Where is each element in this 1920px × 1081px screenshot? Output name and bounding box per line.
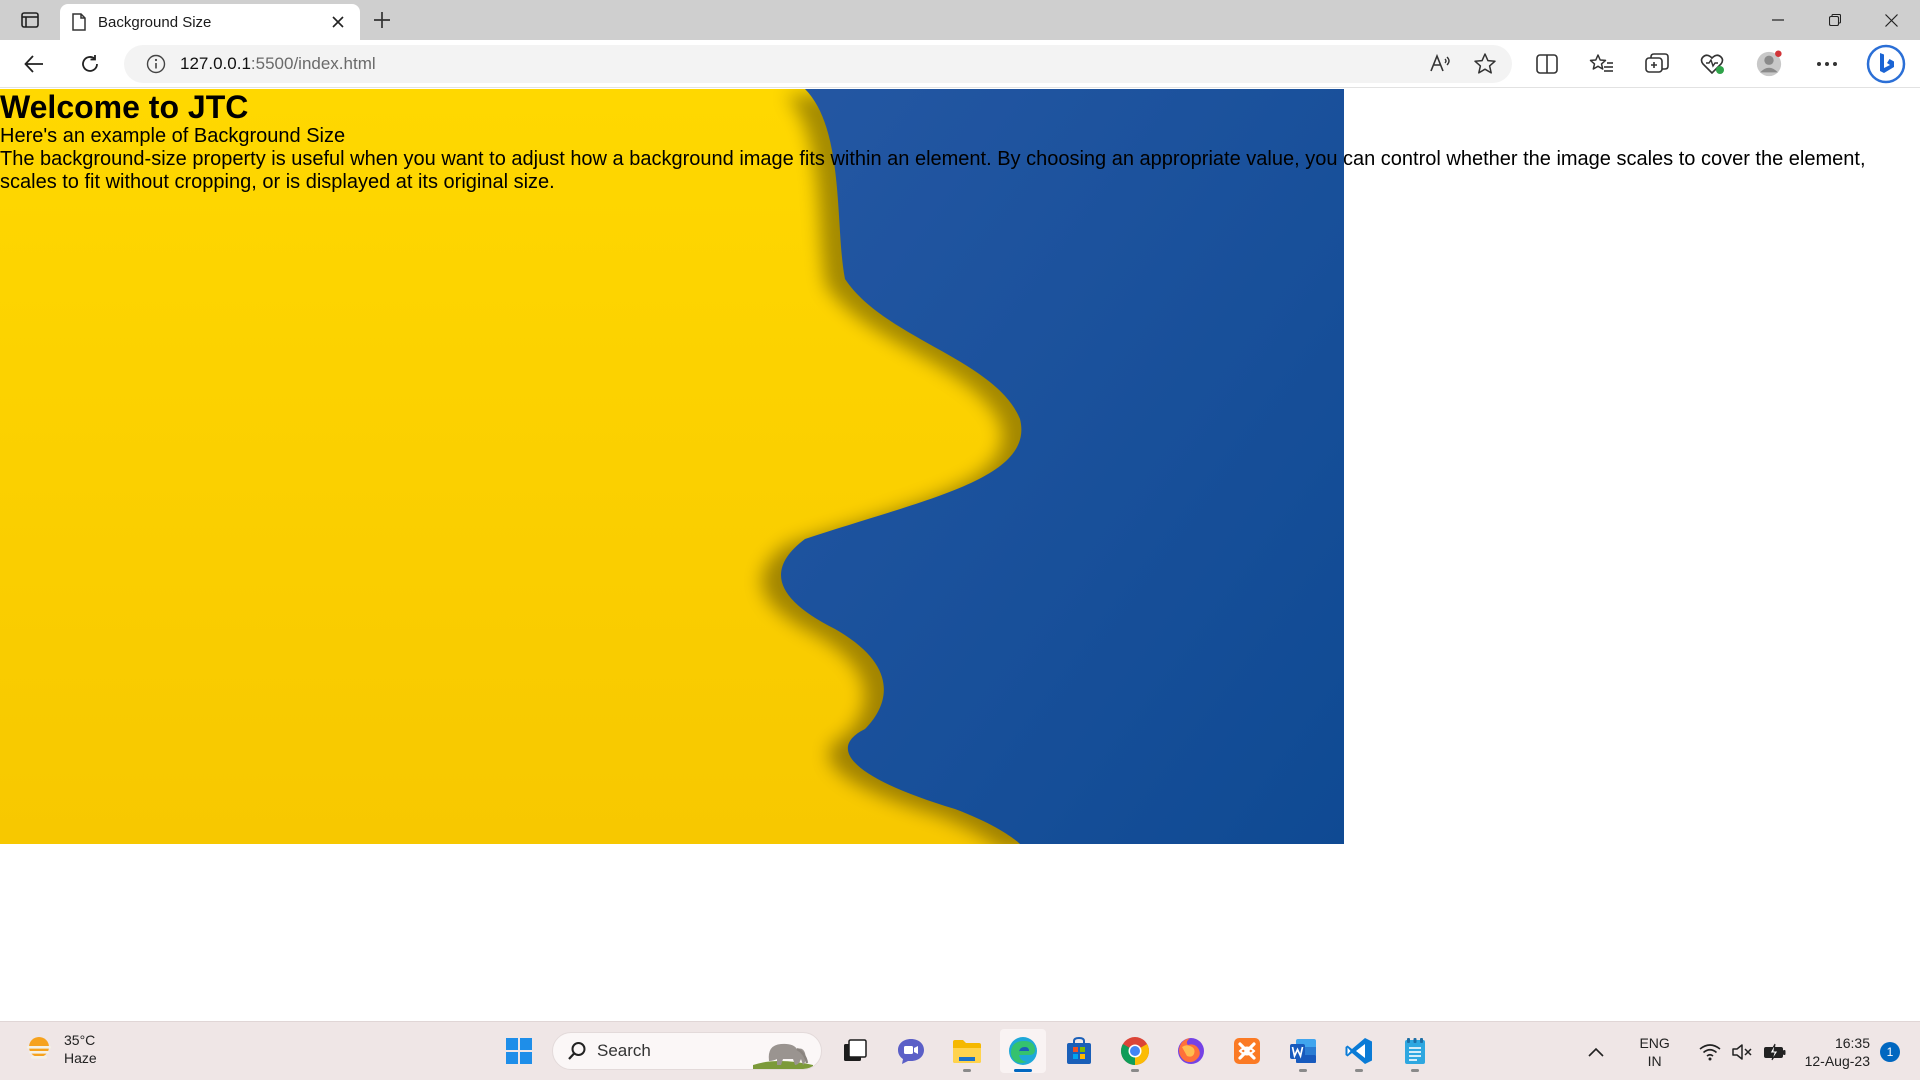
arrow-left-icon <box>24 55 43 73</box>
weather-widget[interactable]: 35°C Haze <box>24 1031 97 1067</box>
tab-background-size[interactable]: Background Size <box>60 4 360 40</box>
address-url: 127.0.0.1:5500/index.html <box>180 54 376 74</box>
start-button[interactable] <box>496 1029 542 1073</box>
minimize-button[interactable] <box>1749 0 1806 40</box>
close-icon <box>1885 13 1898 27</box>
weather-temp: 35°C <box>64 1032 96 1048</box>
tab-title: Background Size <box>98 13 212 31</box>
page-subtitle: Here's an example of Background Size <box>0 125 346 147</box>
taskbar-task-view[interactable] <box>832 1029 878 1073</box>
new-tab-button[interactable] <box>368 6 396 34</box>
browser-toolbar: 127.0.0.1:5500/index.html <box>0 40 1920 88</box>
profile-avatar[interactable] <box>1755 50 1783 78</box>
taskbar-vscode[interactable] <box>1336 1029 1382 1073</box>
notifications-button[interactable]: 1 <box>1880 1041 1900 1062</box>
page-description: The background-size property is useful w… <box>0 148 1866 193</box>
window-controls <box>1749 0 1920 40</box>
speaker-muted-icon <box>1731 1043 1752 1060</box>
address-bar-actions <box>1428 51 1498 82</box>
running-indicator <box>963 1069 971 1072</box>
taskbar: 35°C Haze Search ENG IN 16:35 12-Aug-23 … <box>0 1021 1920 1080</box>
word-icon <box>1290 1039 1316 1063</box>
windows-logo-icon <box>506 1038 532 1064</box>
language-indicator[interactable]: ENG IN <box>1633 1034 1677 1070</box>
system-tray: ENG IN 16:35 12-Aug-23 1 <box>1577 1022 1920 1081</box>
taskbar-apps: Search <box>496 1029 1438 1073</box>
store-icon <box>1067 1036 1091 1064</box>
running-indicator <box>1131 1069 1139 1072</box>
taskbar-teams[interactable] <box>888 1029 934 1073</box>
running-indicator <box>1299 1069 1307 1072</box>
taskbar-store[interactable] <box>1056 1029 1102 1073</box>
tab-bar: Background Size <box>0 0 1920 40</box>
page-icon <box>72 13 86 31</box>
close-tab-icon[interactable] <box>328 12 348 32</box>
address-path: :5500/index.html <box>250 54 376 73</box>
favorites-icon[interactable] <box>1588 50 1616 78</box>
taskbar-edge[interactable] <box>1000 1029 1046 1073</box>
running-indicator <box>1355 1069 1363 1072</box>
chevron-up-icon <box>1588 1047 1604 1057</box>
taskbar-firefox[interactable] <box>1168 1029 1214 1073</box>
taskbar-word[interactable] <box>1280 1029 1326 1073</box>
edge-icon <box>1009 1037 1037 1065</box>
search-label: Search <box>597 1041 651 1060</box>
split-screen-icon[interactable] <box>1533 50 1561 78</box>
weather-condition: Haze <box>64 1050 97 1066</box>
chrome-icon <box>1121 1037 1149 1065</box>
taskbar-chrome[interactable] <box>1112 1029 1158 1073</box>
weather-text: 35°C Haze <box>64 1031 97 1067</box>
notepad-icon <box>1405 1038 1425 1064</box>
close-window-button[interactable] <box>1863 0 1920 40</box>
lang-line2: IN <box>1647 1052 1662 1069</box>
tab-actions-icon <box>21 12 39 28</box>
page-viewport: Welcome to JTC Here's an example of Back… <box>0 89 1920 1021</box>
info-icon[interactable] <box>146 54 166 74</box>
quick-settings-button[interactable] <box>1699 1043 1787 1061</box>
lang-line1: ENG <box>1639 1034 1670 1051</box>
background-image <box>0 89 1344 844</box>
firefox-icon <box>1178 1038 1204 1064</box>
refresh-icon <box>82 55 98 72</box>
browser-essentials-icon[interactable] <box>1698 50 1726 78</box>
read-aloud-icon[interactable] <box>1428 51 1454 82</box>
running-indicator <box>1014 1069 1032 1072</box>
clock[interactable]: 16:35 12-Aug-23 <box>1805 1034 1870 1070</box>
plus-icon <box>374 12 390 28</box>
teams-chat-icon <box>898 1039 924 1064</box>
xampp-icon <box>1234 1038 1260 1064</box>
haze-sun-icon <box>27 1037 51 1059</box>
task-view-icon <box>844 1039 867 1061</box>
page-heading: Welcome to JTC <box>0 89 249 125</box>
battery-charging-icon <box>1763 1043 1786 1060</box>
minimize-icon <box>1771 19 1784 21</box>
tab-actions-button[interactable] <box>14 8 46 32</box>
show-hidden-icons-button[interactable] <box>1577 1047 1615 1057</box>
wifi-icon <box>1699 1043 1721 1060</box>
more-options-icon[interactable] <box>1813 50 1841 78</box>
running-indicator <box>1411 1069 1419 1072</box>
refresh-button[interactable] <box>73 48 107 80</box>
taskbar-xampp[interactable] <box>1224 1029 1270 1073</box>
address-host: 127.0.0.1 <box>180 54 251 73</box>
restore-button[interactable] <box>1806 0 1863 40</box>
favorite-star-icon[interactable] <box>1472 51 1498 82</box>
clock-date: 12-Aug-23 <box>1804 1052 1870 1069</box>
clock-time: 16:35 <box>1834 1034 1870 1051</box>
folder-icon <box>953 1040 981 1063</box>
notification-badge: 1 <box>1880 1041 1900 1062</box>
restore-icon <box>1828 14 1841 26</box>
elephant-icon <box>753 1043 813 1069</box>
page-content: Welcome to JTC Here's an example of Back… <box>0 89 1920 194</box>
bing-copilot-icon[interactable] <box>1866 44 1906 84</box>
address-bar[interactable]: 127.0.0.1:5500/index.html <box>124 45 1512 83</box>
vscode-icon <box>1345 1038 1372 1064</box>
search-icon <box>568 1042 586 1060</box>
taskbar-search[interactable]: Search <box>552 1032 822 1070</box>
taskbar-file-explorer[interactable] <box>944 1029 990 1073</box>
collections-icon[interactable] <box>1643 50 1671 78</box>
taskbar-notepad[interactable] <box>1392 1029 1438 1073</box>
back-button[interactable] <box>17 48 51 80</box>
